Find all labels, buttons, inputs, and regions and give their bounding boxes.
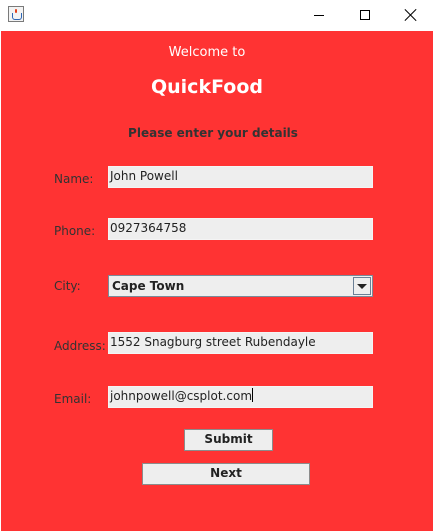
email-label: Email:	[54, 392, 92, 406]
title-bar[interactable]	[0, 0, 434, 31]
submit-button[interactable]: Submit	[184, 429, 273, 451]
java-cup-icon	[8, 6, 24, 22]
email-value: johnpowell@csplot.com	[110, 389, 253, 403]
phone-label: Phone:	[54, 224, 96, 238]
name-value: John Powell	[110, 169, 178, 183]
maximize-button[interactable]	[342, 0, 388, 31]
close-button[interactable]	[388, 0, 434, 31]
city-label: City:	[54, 279, 81, 293]
instruction-text: Please enter your details	[128, 126, 298, 140]
next-button[interactable]: Next	[142, 463, 310, 485]
phone-field[interactable]: 0927364758	[108, 218, 373, 240]
address-value: 1552 Snagburg street Rubendayle	[110, 335, 316, 349]
address-field[interactable]: 1552 Snagburg street Rubendayle	[108, 332, 373, 354]
form-panel: Welcome to QuickFood Please enter your d…	[1, 31, 433, 531]
welcome-text: Welcome to	[168, 45, 246, 60]
email-field[interactable]: johnpowell@csplot.com	[108, 386, 373, 408]
minimize-button[interactable]	[296, 0, 342, 31]
close-icon	[404, 8, 418, 22]
minimize-icon	[314, 15, 324, 16]
app-window: Welcome to QuickFood Please enter your d…	[0, 0, 434, 532]
dropdown-arrow-button[interactable]	[353, 277, 371, 295]
chevron-down-icon	[357, 284, 367, 289]
name-label: Name:	[54, 172, 94, 186]
phone-value: 0927364758	[110, 221, 187, 235]
brand-title: QuickFood	[150, 76, 263, 98]
city-select[interactable]: Cape Town	[108, 275, 373, 297]
text-cursor	[252, 388, 254, 402]
address-label: Address:	[54, 339, 106, 353]
name-field[interactable]: John Powell	[108, 166, 373, 188]
maximize-icon	[360, 10, 370, 20]
city-selected-value: Cape Town	[112, 279, 185, 293]
